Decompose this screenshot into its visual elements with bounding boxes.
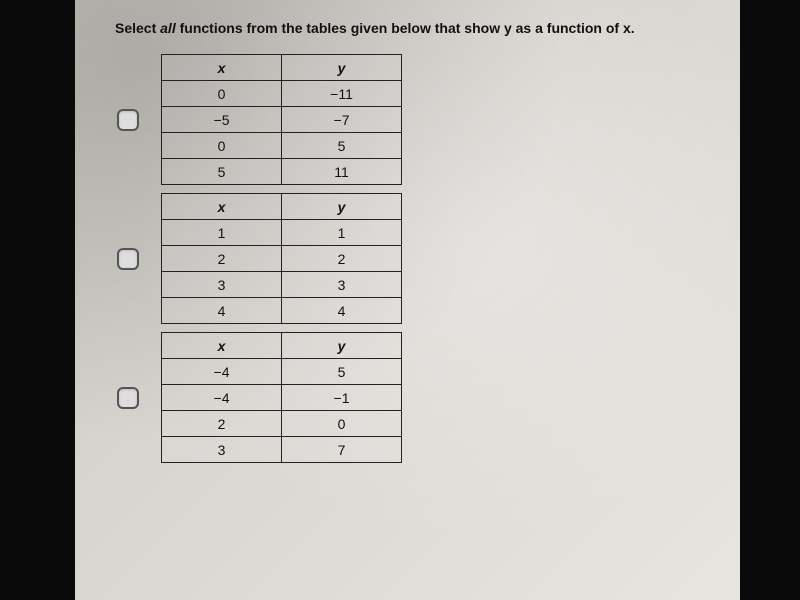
cell-x: −4: [162, 359, 282, 385]
cell-y: 5: [282, 359, 402, 385]
cell-y: 7: [282, 437, 402, 463]
cell-y: 0: [282, 411, 402, 437]
cell-y: −11: [282, 81, 402, 107]
table-row: 4 4: [162, 298, 402, 324]
table-header-y: y: [282, 194, 402, 220]
table-header-x: x: [162, 333, 282, 359]
cell-x: 1: [162, 220, 282, 246]
table-row: 5 11: [162, 159, 402, 185]
table-row: 3 3: [162, 272, 402, 298]
cell-y: 5: [282, 133, 402, 159]
prompt-emphasis: all: [160, 20, 176, 36]
cell-y: 2: [282, 246, 402, 272]
cell-y: 1: [282, 220, 402, 246]
option-row-3: x y −4 5 −4 −1 2 0 3 7: [115, 332, 700, 463]
option-row-2: x y 1 1 2 2 3 3 4 4: [115, 193, 700, 324]
left-border: [0, 0, 75, 600]
table-row: 3 7: [162, 437, 402, 463]
table-header-x: x: [162, 55, 282, 81]
cell-x: 2: [162, 246, 282, 272]
worksheet-page: Select all functions from the tables giv…: [75, 0, 740, 600]
question-prompt: Select all functions from the tables giv…: [115, 20, 700, 36]
function-table-1: x y 0 −11 −5 −7 0 5 5 11: [161, 54, 402, 185]
table-row: 2 0: [162, 411, 402, 437]
cell-y: 11: [282, 159, 402, 185]
table-row: 2 2: [162, 246, 402, 272]
table-row: −5 −7: [162, 107, 402, 133]
cell-y: −1: [282, 385, 402, 411]
function-table-2: x y 1 1 2 2 3 3 4 4: [161, 193, 402, 324]
cell-x: 2: [162, 411, 282, 437]
table-row: 0 −11: [162, 81, 402, 107]
cell-y: −7: [282, 107, 402, 133]
checkbox-option-3[interactable]: [117, 387, 139, 409]
cell-x: −4: [162, 385, 282, 411]
cell-x: 4: [162, 298, 282, 324]
table-row: 1 1: [162, 220, 402, 246]
cell-y: 4: [282, 298, 402, 324]
table-header-x: x: [162, 194, 282, 220]
function-table-3: x y −4 5 −4 −1 2 0 3 7: [161, 332, 402, 463]
cell-x: 0: [162, 133, 282, 159]
cell-x: 3: [162, 437, 282, 463]
checkbox-option-2[interactable]: [117, 248, 139, 270]
cell-x: −5: [162, 107, 282, 133]
table-header-y: y: [282, 55, 402, 81]
option-row-1: x y 0 −11 −5 −7 0 5 5 11: [115, 54, 700, 185]
cell-x: 3: [162, 272, 282, 298]
prompt-rest: functions from the tables given below th…: [176, 20, 635, 36]
right-border: [740, 0, 800, 600]
table-row: −4 5: [162, 359, 402, 385]
cell-y: 3: [282, 272, 402, 298]
cell-x: 0: [162, 81, 282, 107]
cell-x: 5: [162, 159, 282, 185]
table-row: −4 −1: [162, 385, 402, 411]
table-row: 0 5: [162, 133, 402, 159]
prompt-prefix: Select: [115, 20, 160, 36]
checkbox-option-1[interactable]: [117, 109, 139, 131]
table-header-y: y: [282, 333, 402, 359]
